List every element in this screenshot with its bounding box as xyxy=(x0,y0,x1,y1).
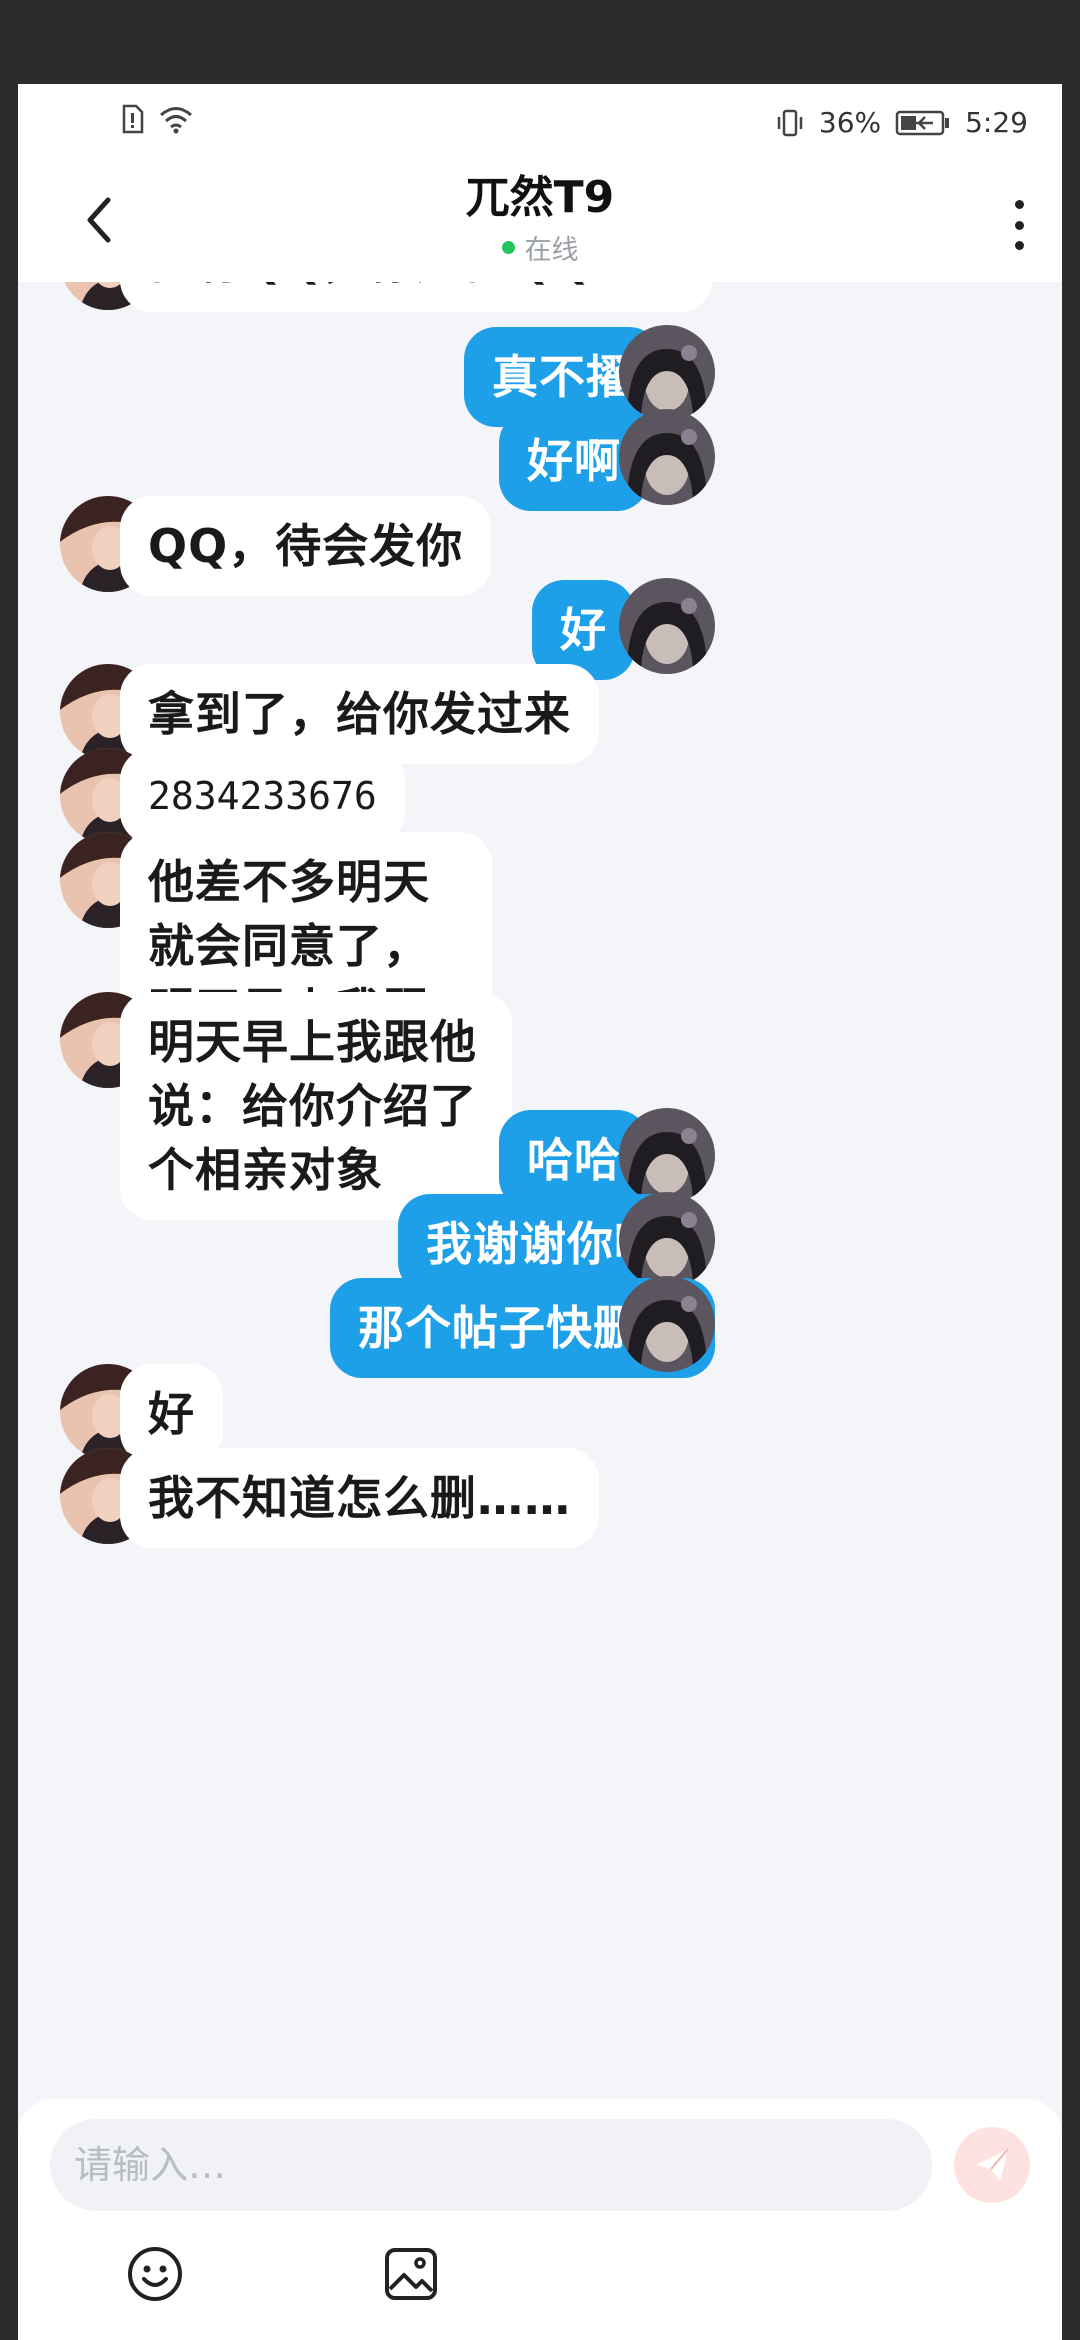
vibrate-icon xyxy=(775,108,805,138)
more-icon xyxy=(1014,200,1024,209)
presence-status: 在线 xyxy=(501,228,579,267)
my-avatar[interactable] xyxy=(619,1108,715,1204)
wifi-icon xyxy=(158,104,194,134)
message-list: 他有QQ，你加他QQ吧！ 真不擢 好啊 QQ，待会发你 好 拿到了，给你发过来 xyxy=(18,282,1062,2097)
message-bubble[interactable]: 我不知道怎么删…… xyxy=(120,1448,599,1548)
phone-screen: 36% 5:29 兀然T9 在线 他有QQ，你加他QQ吧！ xyxy=(18,84,1062,2340)
my-avatar[interactable] xyxy=(619,1276,715,1372)
send-icon xyxy=(976,2148,1009,2181)
message-bubble[interactable]: QQ，待会发你 xyxy=(120,496,492,596)
message-bubble[interactable]: 明天早上我跟他说：给你介绍了个相亲对象 xyxy=(120,992,512,1220)
chat-header: 兀然T9 在线 xyxy=(18,160,1062,282)
clock: 5:29 xyxy=(965,106,1028,139)
image-icon xyxy=(385,2248,437,2300)
send-button[interactable] xyxy=(954,2127,1030,2203)
online-dot-icon xyxy=(501,241,515,254)
message-bubble[interactable]: 他有QQ，你加他QQ吧！ xyxy=(120,282,713,312)
status-bar: 36% 5:29 xyxy=(18,84,1062,160)
presence-label: 在线 xyxy=(524,235,579,266)
emoji-icon xyxy=(128,2247,182,2301)
message-input[interactable] xyxy=(50,2119,932,2211)
contact-name: 兀然T9 xyxy=(465,172,615,223)
my-avatar[interactable] xyxy=(619,1192,715,1288)
sim-alert-icon xyxy=(120,104,144,134)
more-button[interactable] xyxy=(1004,200,1034,250)
my-avatar[interactable] xyxy=(619,578,715,674)
image-button[interactable] xyxy=(376,2239,446,2309)
battery-percent: 36% xyxy=(818,106,882,139)
composer-bar xyxy=(18,2099,1062,2340)
emoji-button[interactable] xyxy=(120,2239,190,2309)
battery-icon xyxy=(895,109,951,137)
my-avatar[interactable] xyxy=(619,409,715,505)
message-bubble[interactable]: 2834233676 xyxy=(120,748,405,844)
my-avatar[interactable] xyxy=(619,325,715,421)
